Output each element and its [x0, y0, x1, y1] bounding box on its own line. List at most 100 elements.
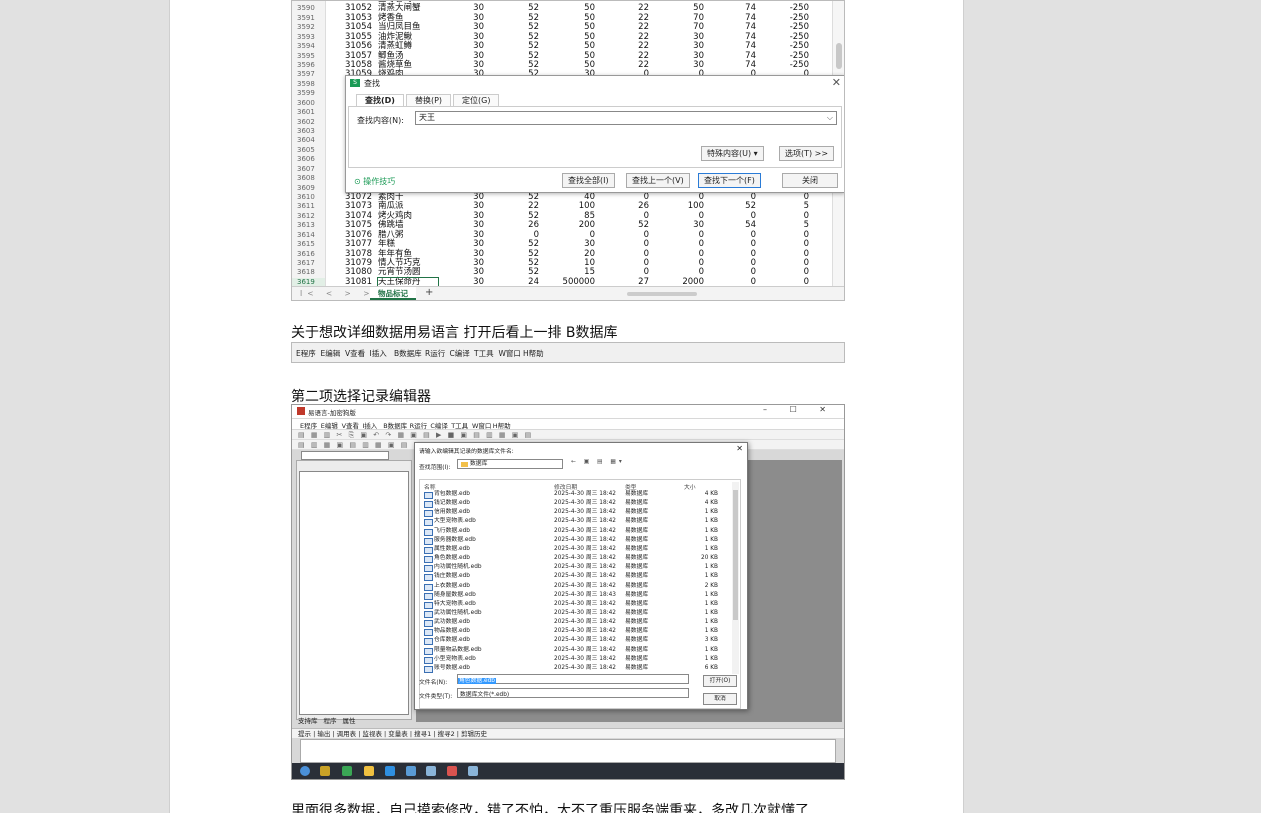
browser-icon[interactable] — [385, 766, 395, 776]
row-number[interactable]: 3602 — [292, 117, 326, 127]
cancel-button[interactable]: 取消 — [703, 693, 737, 705]
list-item[interactable]: 背包数据.edb 2025-4-30 周三 18:42 易数据库 4 KB — [420, 490, 736, 500]
row-number[interactable]: 3613 — [292, 221, 326, 231]
nav-icons[interactable]: ← ▣ ▤ ▦▾ — [571, 459, 625, 465]
list-item[interactable]: 物品数据.edb 2025-4-30 周三 18:42 易数据库 1 KB — [420, 627, 736, 637]
close-icon[interactable]: ✕ — [832, 76, 841, 89]
list-item[interactable]: 大型宠物表.edb 2025-4-30 周三 18:42 易数据库 1 KB — [420, 517, 736, 527]
list-item[interactable]: 信用数据.edb 2025-4-30 周三 18:42 易数据库 1 KB — [420, 508, 736, 518]
chevron-down-icon[interactable]: ⌵ — [827, 112, 833, 124]
row-number[interactable]: 3607 — [292, 164, 326, 175]
row-number[interactable]: 3614 — [292, 230, 326, 241]
ide-menu-item[interactable]: B数据库 — [383, 420, 407, 430]
list-item[interactable]: 随身屋数据.edb 2025-4-30 周三 18:43 易数据库 1 KB — [420, 591, 736, 600]
row-number[interactable]: 3611 — [292, 202, 326, 212]
list-item[interactable]: 特大宠物表.edb 2025-4-30 周三 18:42 易数据库 1 KB — [420, 600, 736, 609]
list-item[interactable]: 属性数据.edb 2025-4-30 周三 18:42 易数据库 1 KB — [420, 545, 736, 555]
list-item[interactable]: 账号数据.edb 2025-4-30 周三 18:42 易数据库 6 KB — [420, 664, 736, 673]
list-item[interactable]: 小型宠物表.edb 2025-4-30 周三 18:42 易数据库 1 KB — [420, 655, 736, 664]
look-in-select[interactable]: 数据库 — [457, 459, 563, 469]
row-number[interactable]: 3606 — [292, 155, 326, 165]
menu-item[interactable]: R运行 — [425, 348, 445, 359]
ide-menu-item[interactable]: I插入 — [362, 420, 377, 430]
list-item[interactable]: 角色数据.edb 2025-4-30 周三 18:42 易数据库 20 KB — [420, 554, 736, 564]
list-item[interactable]: 钱庄数据.edb 2025-4-30 周三 18:42 易数据库 1 KB — [420, 572, 736, 582]
ide-menu-item[interactable]: E程序 — [300, 420, 317, 430]
taskbar-app-icon[interactable] — [468, 766, 478, 776]
list-item[interactable]: 飞行数据.edb 2025-4-30 周三 18:42 易数据库 1 KB — [420, 527, 736, 536]
row-number[interactable]: 3610 — [292, 193, 326, 203]
menu-item[interactable]: I插入 — [370, 348, 387, 359]
find-all-button[interactable]: 查找全部(I) — [562, 173, 615, 188]
menu-item[interactable]: E程序 — [296, 348, 316, 359]
window-controls[interactable]: – ☐ ✕ — [763, 405, 836, 414]
ide-menu-item[interactable]: T工具 — [451, 420, 468, 430]
row-number[interactable]: 3599 — [292, 89, 326, 99]
menu-item[interactable]: C编译 — [450, 348, 470, 359]
ide-menu-item[interactable]: C编译 — [430, 420, 448, 430]
row-number[interactable]: 3593 — [292, 32, 326, 43]
row-number[interactable]: 3591 — [292, 13, 326, 24]
ide-menu-item[interactable]: R运行 — [410, 420, 428, 430]
row-number[interactable]: 3618 — [292, 268, 326, 278]
find-what-input[interactable]: 天王 ⌵ — [415, 111, 837, 125]
list-item[interactable]: 服务器数据.edb 2025-4-30 周三 18:42 易数据库 1 KB — [420, 536, 736, 545]
row-number[interactable]: 3594 — [292, 42, 326, 52]
row-number[interactable]: 3592 — [292, 23, 326, 33]
ide-menu-item[interactable]: H帮助 — [493, 420, 511, 430]
tab-replace[interactable]: 替换(P) — [405, 94, 452, 106]
menu-item[interactable]: V查看 — [345, 348, 365, 359]
row-number[interactable]: 3608 — [292, 174, 326, 184]
taskbar-app-icon[interactable] — [320, 766, 330, 776]
find-previous-button[interactable]: 查找上一个(V) — [626, 173, 690, 188]
ide-toolbar[interactable]: ▤ ▦ ▥ ✂ ⎘ ▣ ↶ ↷ ▦ ▣ ▤ ▶ ■ ▣ ▤ ▥ ▦ ▣ ▤ — [292, 430, 844, 440]
row-number[interactable]: 3605 — [292, 145, 326, 156]
taskbar-app-icon[interactable] — [447, 766, 457, 776]
row-number[interactable]: 3598 — [292, 79, 326, 90]
output-toolbar[interactable]: 提示 | 输出 | 调用表 | 监视表 | 变量表 | 搜寻1 | 搜寻2 | … — [292, 728, 844, 738]
horizontal-scrollbar[interactable] — [627, 292, 697, 296]
ide-menu-item[interactable]: E编辑 — [321, 420, 338, 430]
taskbar-app-icon[interactable] — [426, 766, 436, 776]
wechat-icon[interactable] — [342, 766, 352, 776]
row-number[interactable]: 3603 — [292, 127, 326, 137]
row-number[interactable]: 3604 — [292, 136, 326, 146]
row-number[interactable]: 3597 — [292, 70, 326, 80]
row-number[interactable]: 3609 — [292, 183, 326, 193]
row-number[interactable]: 3600 — [292, 98, 326, 109]
list-item[interactable]: 武功属性随机.edb 2025-4-30 周三 18:42 易数据库 1 KB — [420, 609, 736, 619]
list-item[interactable]: 限量物品数据.edb 2025-4-30 周三 18:42 易数据库 1 KB — [420, 646, 736, 655]
folder-icon[interactable] — [364, 766, 374, 776]
row-number[interactable]: 3615 — [292, 240, 326, 250]
taskbar-app-icon[interactable] — [406, 766, 416, 776]
close-button[interactable]: 关闭 — [782, 173, 838, 188]
project-tree[interactable] — [299, 471, 409, 715]
find-next-button[interactable]: 查找下一个(F) — [698, 173, 761, 188]
list-item[interactable]: 仓库数据.edb 2025-4-30 周三 18:42 易数据库 3 KB — [420, 636, 736, 646]
tab-goto[interactable]: 定位(G) — [453, 94, 500, 106]
menu-item[interactable]: W窗口 — [499, 348, 521, 359]
tab-support-library[interactable]: 支持库 — [298, 717, 318, 725]
tab-program[interactable]: 程序 — [324, 717, 337, 725]
row-number[interactable]: 3601 — [292, 108, 326, 118]
list-item[interactable]: 上衣数据.edb 2025-4-30 周三 18:42 易数据库 2 KB — [420, 582, 736, 591]
row-number[interactable]: 3590 — [292, 4, 326, 14]
list-item[interactable]: 武功数据.edb 2025-4-30 周三 18:42 易数据库 1 KB — [420, 618, 736, 628]
row-number[interactable]: 3612 — [292, 211, 326, 222]
menu-item[interactable]: B数据库 — [394, 348, 422, 359]
filename-input[interactable]: 角色数据.edb — [457, 674, 689, 684]
row-number[interactable]: 3617 — [292, 259, 326, 269]
filetype-select[interactable]: 数据库文件(*.edb) — [457, 688, 689, 698]
add-sheet-button[interactable]: + — [425, 287, 433, 298]
sheet-tab-items[interactable]: 物品标记 — [370, 287, 416, 300]
start-icon[interactable] — [300, 766, 310, 776]
menu-item[interactable]: T工具 — [474, 348, 494, 359]
tab-find[interactable]: 查找(D) — [356, 94, 404, 106]
ide-menu-item[interactable]: W窗口 — [472, 420, 491, 430]
row-number[interactable]: 3595 — [292, 51, 326, 61]
ide-menu-item[interactable]: V查看 — [342, 420, 359, 430]
list-item[interactable]: 内功属性随机.edb 2025-4-30 周三 18:42 易数据库 1 KB — [420, 563, 736, 573]
list-item[interactable]: 钱记数据.edb 2025-4-30 周三 18:42 易数据库 4 KB — [420, 499, 736, 509]
row-number[interactable]: 3596 — [292, 61, 326, 71]
options-button[interactable]: 选项(T) >> — [779, 146, 835, 161]
